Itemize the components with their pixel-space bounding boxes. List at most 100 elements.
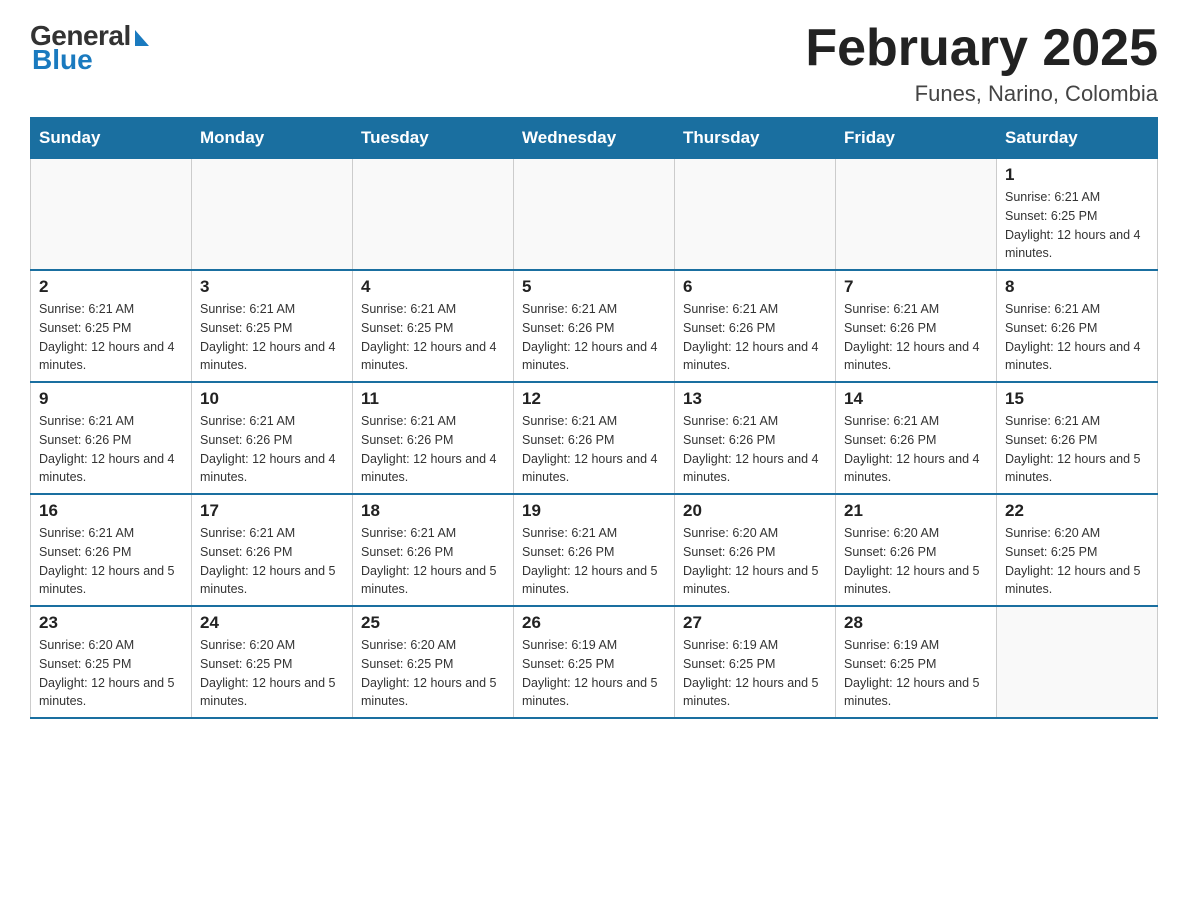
day-info: Sunrise: 6:20 AMSunset: 6:25 PMDaylight:… bbox=[1005, 524, 1149, 599]
page-header: General Blue February 2025 Funes, Narino… bbox=[30, 20, 1158, 107]
day-number: 3 bbox=[200, 277, 344, 297]
calendar-header: Sunday Monday Tuesday Wednesday Thursday… bbox=[31, 118, 1158, 159]
location: Funes, Narino, Colombia bbox=[805, 81, 1158, 107]
day-number: 16 bbox=[39, 501, 183, 521]
day-info: Sunrise: 6:19 AMSunset: 6:25 PMDaylight:… bbox=[522, 636, 666, 711]
day-number: 20 bbox=[683, 501, 827, 521]
day-info: Sunrise: 6:21 AMSunset: 6:26 PMDaylight:… bbox=[522, 412, 666, 487]
logo-triangle-icon bbox=[135, 30, 149, 46]
table-row: 23Sunrise: 6:20 AMSunset: 6:25 PMDayligh… bbox=[31, 606, 192, 718]
table-row: 26 Sunrise: 6:19 AMSunset: 6:25 PMDayligh… bbox=[514, 606, 675, 718]
day-number: 12 bbox=[522, 389, 666, 409]
day-info: Sunrise: 6:20 AMSunset: 6:25 PMDaylight:… bbox=[361, 636, 505, 711]
table-row bbox=[675, 159, 836, 271]
table-row: 6 Sunrise: 6:21 AMSunset: 6:26 PMDaylight… bbox=[675, 270, 836, 382]
day-number: 23 bbox=[39, 613, 183, 633]
month-title: February 2025 bbox=[805, 20, 1158, 77]
day-info: Sunrise: 6:21 AMSunset: 6:26 PMDaylight:… bbox=[1005, 300, 1149, 375]
day-number: 21 bbox=[844, 501, 988, 521]
day-info: Sunrise: 6:21 AMSunset: 6:26 PMDaylight:… bbox=[844, 412, 988, 487]
day-number: 9 bbox=[39, 389, 183, 409]
day-info: Sunrise: 6:20 AMSunset: 6:26 PMDaylight:… bbox=[683, 524, 827, 599]
table-row: 9 Sunrise: 6:21 AMSunset: 6:26 PMDaylight… bbox=[31, 382, 192, 494]
table-row: 24 Sunrise: 6:20 AMSunset: 6:25 PMDayligh… bbox=[192, 606, 353, 718]
table-row: 5Sunrise: 6:21 AMSunset: 6:26 PMDaylight… bbox=[514, 270, 675, 382]
day-info: Sunrise: 6:21 AMSunset: 6:26 PMDaylight:… bbox=[361, 412, 505, 487]
col-wednesday: Wednesday bbox=[514, 118, 675, 159]
table-row: 21 Sunrise: 6:20 AMSunset: 6:26 PMDayligh… bbox=[836, 494, 997, 606]
day-number: 6 bbox=[683, 277, 827, 297]
table-row: 13Sunrise: 6:21 AMSunset: 6:26 PMDayligh… bbox=[675, 382, 836, 494]
day-info: Sunrise: 6:21 AMSunset: 6:26 PMDaylight:… bbox=[683, 412, 827, 487]
day-number: 26 bbox=[522, 613, 666, 633]
col-tuesday: Tuesday bbox=[353, 118, 514, 159]
table-row: 15 Sunrise: 6:21 AMSunset: 6:26 PMDayligh… bbox=[997, 382, 1158, 494]
table-row: 8 Sunrise: 6:21 AMSunset: 6:26 PMDaylight… bbox=[997, 270, 1158, 382]
day-number: 1 bbox=[1005, 165, 1149, 185]
day-info: Sunrise: 6:21 AMSunset: 6:26 PMDaylight:… bbox=[200, 524, 344, 599]
day-info: Sunrise: 6:19 AMSunset: 6:25 PMDaylight:… bbox=[683, 636, 827, 711]
day-number: 24 bbox=[200, 613, 344, 633]
calendar-table: Sunday Monday Tuesday Wednesday Thursday… bbox=[30, 117, 1158, 719]
day-number: 5 bbox=[522, 277, 666, 297]
day-info: Sunrise: 6:21 AMSunset: 6:26 PMDaylight:… bbox=[39, 524, 183, 599]
day-info: Sunrise: 6:21 AMSunset: 6:26 PMDaylight:… bbox=[844, 300, 988, 375]
table-row: 1 Sunrise: 6:21 AMSunset: 6:25 PMDaylight… bbox=[997, 159, 1158, 271]
day-info: Sunrise: 6:20 AMSunset: 6:25 PMDaylight:… bbox=[200, 636, 344, 711]
table-row: 17 Sunrise: 6:21 AMSunset: 6:26 PMDayligh… bbox=[192, 494, 353, 606]
day-number: 19 bbox=[522, 501, 666, 521]
calendar-week-4: 16 Sunrise: 6:21 AMSunset: 6:26 PMDayligh… bbox=[31, 494, 1158, 606]
table-row: 18 Sunrise: 6:21 AMSunset: 6:26 PMDayligh… bbox=[353, 494, 514, 606]
table-row bbox=[997, 606, 1158, 718]
day-info: Sunrise: 6:21 AMSunset: 6:25 PMDaylight:… bbox=[200, 300, 344, 375]
table-row: 20 Sunrise: 6:20 AMSunset: 6:26 PMDayligh… bbox=[675, 494, 836, 606]
table-row: 10 Sunrise: 6:21 AMSunset: 6:26 PMDayligh… bbox=[192, 382, 353, 494]
logo: General Blue bbox=[30, 20, 149, 76]
day-info: Sunrise: 6:21 AMSunset: 6:25 PMDaylight:… bbox=[39, 300, 183, 375]
table-row: 7 Sunrise: 6:21 AMSunset: 6:26 PMDaylight… bbox=[836, 270, 997, 382]
table-row: 22Sunrise: 6:20 AMSunset: 6:25 PMDayligh… bbox=[997, 494, 1158, 606]
logo-blue-text: Blue bbox=[32, 44, 93, 76]
day-info: Sunrise: 6:20 AMSunset: 6:26 PMDaylight:… bbox=[844, 524, 988, 599]
day-info: Sunrise: 6:21 AMSunset: 6:26 PMDaylight:… bbox=[361, 524, 505, 599]
table-row: 12 Sunrise: 6:21 AMSunset: 6:26 PMDayligh… bbox=[514, 382, 675, 494]
col-monday: Monday bbox=[192, 118, 353, 159]
day-number: 27 bbox=[683, 613, 827, 633]
calendar-week-3: 9 Sunrise: 6:21 AMSunset: 6:26 PMDaylight… bbox=[31, 382, 1158, 494]
day-number: 18 bbox=[361, 501, 505, 521]
table-row: 16 Sunrise: 6:21 AMSunset: 6:26 PMDayligh… bbox=[31, 494, 192, 606]
calendar-week-2: 2 Sunrise: 6:21 AMSunset: 6:25 PMDaylight… bbox=[31, 270, 1158, 382]
day-info: Sunrise: 6:21 AMSunset: 6:26 PMDaylight:… bbox=[522, 524, 666, 599]
day-info: Sunrise: 6:21 AMSunset: 6:26 PMDaylight:… bbox=[200, 412, 344, 487]
header-row: Sunday Monday Tuesday Wednesday Thursday… bbox=[31, 118, 1158, 159]
day-info: Sunrise: 6:19 AMSunset: 6:25 PMDaylight:… bbox=[844, 636, 988, 711]
day-info: Sunrise: 6:21 AMSunset: 6:26 PMDaylight:… bbox=[1005, 412, 1149, 487]
table-row: 2 Sunrise: 6:21 AMSunset: 6:25 PMDaylight… bbox=[31, 270, 192, 382]
col-friday: Friday bbox=[836, 118, 997, 159]
day-info: Sunrise: 6:21 AMSunset: 6:25 PMDaylight:… bbox=[1005, 188, 1149, 263]
calendar-week-1: 1 Sunrise: 6:21 AMSunset: 6:25 PMDaylight… bbox=[31, 159, 1158, 271]
table-row: 19 Sunrise: 6:21 AMSunset: 6:26 PMDayligh… bbox=[514, 494, 675, 606]
day-number: 7 bbox=[844, 277, 988, 297]
table-row bbox=[514, 159, 675, 271]
day-info: Sunrise: 6:21 AMSunset: 6:26 PMDaylight:… bbox=[683, 300, 827, 375]
col-saturday: Saturday bbox=[997, 118, 1158, 159]
day-number: 10 bbox=[200, 389, 344, 409]
day-info: Sunrise: 6:21 AMSunset: 6:25 PMDaylight:… bbox=[361, 300, 505, 375]
table-row bbox=[836, 159, 997, 271]
calendar-week-5: 23 Sunrise: 6:20 AMSunset: 6:25 PMDayligh… bbox=[31, 606, 1158, 718]
table-row: 3 Sunrise: 6:21 AMSunset: 6:25 PMDaylight… bbox=[192, 270, 353, 382]
table-row bbox=[31, 159, 192, 271]
day-number: 15 bbox=[1005, 389, 1149, 409]
table-row: 28Sunrise: 6:19 AMSunset: 6:25 PMDayligh… bbox=[836, 606, 997, 718]
table-row bbox=[192, 159, 353, 271]
day-info: Sunrise: 6:21 AMSunset: 6:26 PMDaylight:… bbox=[39, 412, 183, 487]
table-row: 27 Sunrise: 6:19 AMSunset: 6:25 PMDayligh… bbox=[675, 606, 836, 718]
title-area: February 2025 Funes, Narino, Colombia bbox=[805, 20, 1158, 107]
day-number: 14 bbox=[844, 389, 988, 409]
table-row bbox=[353, 159, 514, 271]
day-number: 8 bbox=[1005, 277, 1149, 297]
day-number: 17 bbox=[200, 501, 344, 521]
day-number: 2 bbox=[39, 277, 183, 297]
table-row: 25Sunrise: 6:20 AMSunset: 6:25 PMDayligh… bbox=[353, 606, 514, 718]
